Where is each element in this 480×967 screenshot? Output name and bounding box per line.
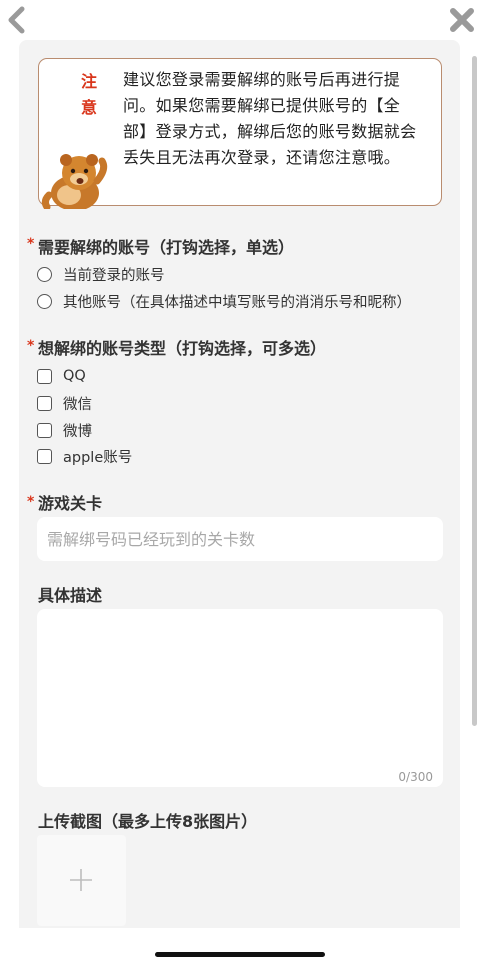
checkbox[interactable] (37, 395, 52, 411)
notice-tag: 注 意 (79, 69, 99, 121)
home-indicator (155, 952, 325, 957)
close-icon[interactable] (448, 6, 476, 34)
notice-card: 注 意 建议您登录需要解绑的账号后再进行提问。如果您需要解绑已提供账号的【全部】… (38, 58, 442, 209)
checkbox-option-qq[interactable]: QQ (37, 366, 86, 386)
required-mark: * (27, 236, 35, 252)
radio-option-current-account[interactable]: 当前登录的账号 (37, 264, 165, 284)
description-section-title: 具体描述 (38, 586, 103, 605)
radio-label: 当前登录的账号 (63, 267, 165, 284)
radio-option-other-account[interactable]: 其他账号（在具体描述中填写账号的消消乐号和昵称） (37, 291, 411, 311)
required-mark: * (27, 338, 35, 354)
description-textarea[interactable] (37, 609, 423, 759)
radio-button[interactable] (37, 293, 52, 309)
upload-section-title: 上传截图（最多上传8张图片） (38, 812, 258, 831)
checkbox-label: apple账号 (63, 449, 133, 466)
checkbox-label: QQ (63, 368, 86, 384)
upload-image-button[interactable] (37, 835, 126, 926)
bottom-safe-area (0, 928, 480, 967)
level-input-box (37, 517, 443, 561)
checkbox-label: 微博 (63, 423, 92, 440)
checkbox-label: 微信 (63, 396, 92, 413)
level-section-title: 游戏关卡 (38, 494, 103, 513)
notice-tag-line1: 注 (80, 72, 97, 91)
account-section-title: 需要解绑的账号（打钩选择，单选） (38, 238, 295, 257)
checkbox[interactable] (37, 422, 52, 438)
radio-label: 其他账号（在具体描述中填写账号的消消乐号和昵称） (63, 294, 411, 311)
checkbox-option-apple[interactable]: apple账号 (37, 446, 132, 466)
notice-tag-line2: 意 (80, 98, 97, 117)
checkbox-option-weibo[interactable]: 微博 (37, 420, 92, 440)
level-input[interactable] (37, 517, 427, 561)
plus-icon (70, 869, 92, 891)
top-bar (0, 0, 480, 40)
checkbox[interactable] (37, 448, 52, 464)
description-box: 0/300 (37, 609, 443, 787)
scrollbar[interactable] (472, 56, 477, 726)
checkbox-option-wechat[interactable]: 微信 (37, 393, 92, 413)
required-mark: * (27, 494, 35, 510)
radio-button[interactable] (37, 266, 52, 282)
char-counter: 0/300 (398, 770, 433, 784)
bear-mascot-icon (41, 154, 108, 209)
chevron-left-icon[interactable] (5, 6, 29, 34)
checkbox[interactable] (37, 368, 52, 384)
type-section-title: 想解绑的账号类型（打钩选择，可多选） (38, 339, 327, 358)
notice-text: 建议您登录需要解绑的账号后再进行提问。如果您需要解绑已提供账号的【全部】登录方式… (123, 70, 417, 167)
